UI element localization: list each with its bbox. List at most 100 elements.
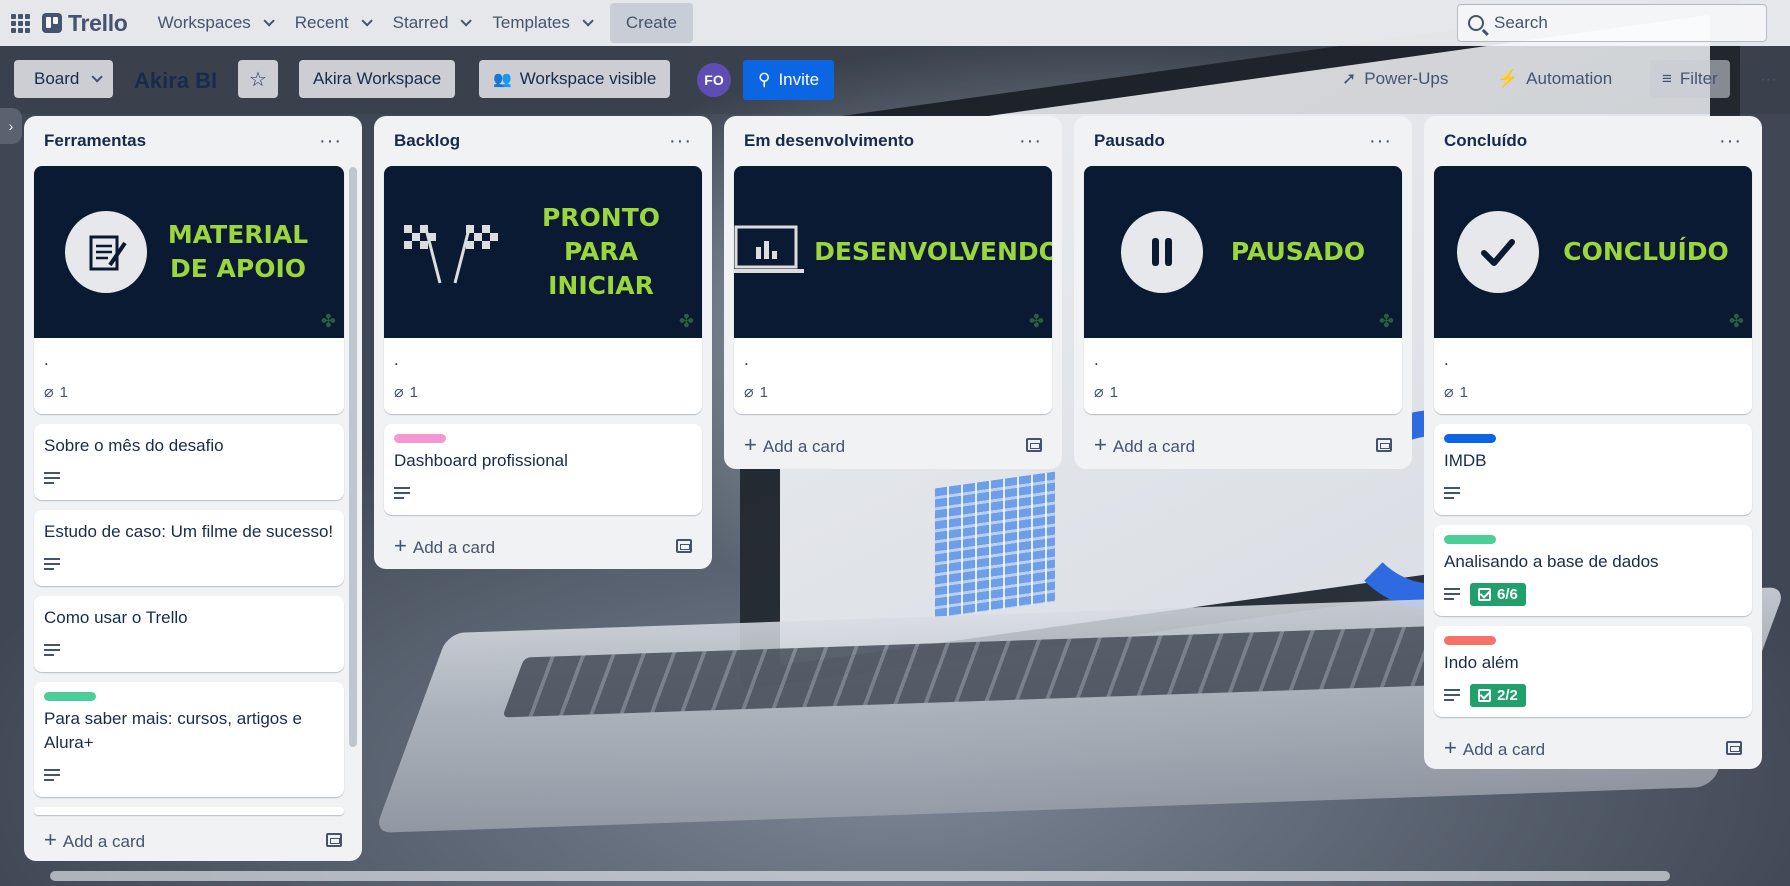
list-header: Pausado ··· [1084,116,1402,166]
paperclip-icon: ⌀ [394,384,404,401]
list-menu-icon[interactable]: ··· [319,130,342,153]
nav-starred[interactable]: Starred [381,5,481,41]
add-card-button[interactable]: + Add a card [1084,424,1402,466]
checklist-count: 6/6 [1497,585,1518,603]
checklist-badge: 6/6 [1470,582,1526,606]
add-card-button[interactable]: + Add a card [1434,727,1752,769]
add-card-label: Add a card [62,832,146,851]
automation-label: Automation [1526,69,1613,88]
nav-templates[interactable]: Templates [480,5,601,41]
list-title[interactable]: Pausado [1094,131,1165,151]
paperclip-icon: ⌀ [1444,384,1454,401]
star-button[interactable]: ☆ [238,60,278,98]
cover-card[interactable]: CONCLUÍDO ✤ . ⌀ 1 [1434,166,1752,414]
search-input[interactable]: Search [1457,4,1767,42]
card[interactable]: Como usar o Trello [34,596,344,672]
list-scrollbar[interactable] [349,167,357,747]
search-icon [1468,15,1484,31]
filter-button[interactable]: ≡ Filter [1650,60,1730,98]
list-menu-icon[interactable]: ··· [669,130,692,153]
create-button[interactable]: Create [609,3,693,43]
card[interactable]: Dashboard profissional [384,424,702,515]
invite-label: Invite [778,70,820,89]
visibility-button[interactable]: 👥 Workspace visible [479,60,671,98]
avatar[interactable]: FO [697,63,731,97]
card-template-icon[interactable] [676,539,692,553]
add-card-label: Add a card [412,538,496,557]
add-card-button[interactable]: + Add a card [34,819,352,861]
card-cover: PRONTO PARA INICIAR ✤ [384,166,702,338]
plus-icon: + [1444,735,1457,760]
description-icon [1444,689,1460,701]
card-label[interactable] [44,692,96,701]
card[interactable]: IMDB [1434,424,1752,515]
decoration-icon: ✤ [1028,311,1044,331]
list-title[interactable]: Concluído [1444,131,1527,151]
card[interactable]: Analisando a base de dados 6/6 [1434,525,1752,616]
cover-card[interactable]: PRONTO PARA INICIAR ✤ . ⌀ 1 [384,166,702,414]
cover-card[interactable]: PAUSADO ✤ . ⌀ 1 [1084,166,1402,414]
card-title: Analisando a base de dados [1444,552,1659,571]
card-template-icon[interactable] [1376,438,1392,452]
chevron-down-icon [361,15,373,27]
cover-card[interactable]: DESENVOLVENDO ✤ . ⌀ 1 [734,166,1052,414]
add-card-button[interactable]: + Add a card [734,424,1052,466]
card-template-icon[interactable] [1026,438,1042,452]
board-header: › Board Akira BI ☆ Akira Workspace 👥 Wor… [0,46,1790,144]
card-label[interactable] [1444,535,1496,544]
card-label[interactable] [1444,636,1496,645]
cover-text: PRONTO PARA INICIAR [541,203,661,300]
card-template-icon[interactable] [326,833,342,847]
list-title[interactable]: Ferramentas [44,131,146,151]
workspace-button[interactable]: Akira Workspace [299,60,456,98]
board-menu-button[interactable]: ··· [1752,60,1785,98]
trello-logo[interactable]: Trello [42,10,128,37]
paperclip-icon: ⌀ [44,384,54,401]
list-menu-icon[interactable]: ··· [1719,130,1742,153]
card[interactable]: Sobre o mês do desafio [34,424,344,500]
nav-recent[interactable]: Recent [283,5,381,41]
power-ups-button[interactable]: ➚ Power-Ups [1330,60,1460,98]
expand-sidebar-icon[interactable]: › [0,108,22,144]
card[interactable]: Indo além 2/2 [1434,626,1752,717]
cover-card[interactable]: MATERIAL DE APOIO ✤ . ⌀ 1 [34,166,344,414]
card[interactable]: Para saber mais: cursos, artigos e Alura… [34,682,344,797]
card-cover: PAUSADO ✤ [1084,166,1402,338]
card-partial[interactable] [34,807,344,815]
board-title[interactable]: Akira BI [134,68,217,94]
add-card-button[interactable]: + Add a card [384,525,702,567]
list-menu-icon[interactable]: ··· [1019,130,1042,153]
card-label[interactable] [394,434,446,443]
nav-workspaces-label: Workspaces [157,13,251,32]
more-icon: ··· [1760,69,1777,88]
nav-starred-label: Starred [392,13,449,32]
view-label: Board [34,69,80,88]
plus-icon: + [394,533,407,558]
checkmark-icon [1457,211,1540,293]
checkered-flags-icon [400,215,500,290]
view-switcher[interactable]: Board [14,60,114,98]
card-title: Estudo de caso: Um filme de sucesso! [44,522,334,541]
description-icon [44,472,60,484]
chevron-down-icon [263,15,275,27]
rocket-icon: ➚ [1342,69,1357,88]
card-label[interactable] [1444,434,1496,443]
notepad-icon [65,211,147,293]
automation-button[interactable]: ⚡ Automation [1485,60,1624,98]
card[interactable]: Estudo de caso: Um filme de sucesso! [34,510,344,586]
list-title[interactable]: Backlog [394,131,460,151]
nav-workspaces[interactable]: Workspaces [146,5,283,41]
description-icon [44,644,60,656]
list-ferramentas: Ferramentas ··· MATERIAL DE APOIO ✤ . ⌀ 1… [24,116,362,861]
card-template-icon[interactable] [1726,741,1742,755]
card-title: . [1444,350,1449,369]
list-menu-icon[interactable]: ··· [1369,130,1392,153]
invite-button[interactable]: ⚲ Invite [743,60,835,100]
app-switcher-icon[interactable] [8,11,32,35]
checklist-count: 2/2 [1497,686,1518,704]
board-horizontal-scrollbar[interactable] [50,871,1670,881]
list-title[interactable]: Em desenvolvimento [744,131,914,151]
pause-icon [1120,211,1203,293]
cover-text: MATERIAL DE APOIO [167,220,309,283]
filter-icon: ≡ [1662,69,1672,88]
